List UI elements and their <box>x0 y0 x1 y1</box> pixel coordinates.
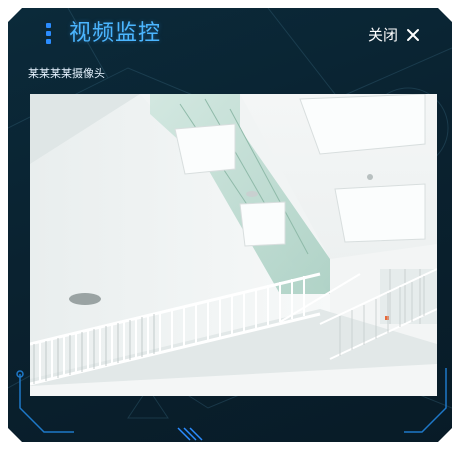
corner-decoration-bottom-right <box>404 368 452 442</box>
video-feed[interactable] <box>30 94 437 396</box>
corner-decoration-bottom-center <box>176 426 216 442</box>
corner-decoration-bottom-left <box>14 368 74 442</box>
vertical-dots-icon <box>46 23 51 45</box>
close-label: 关闭 <box>367 26 398 44</box>
video-frame <box>30 94 437 396</box>
close-icon <box>406 28 420 42</box>
close-button[interactable]: 关闭 <box>368 22 420 48</box>
dialog-header: 视频监控 关闭 <box>8 8 452 60</box>
camera-name: 某某某某摄像头 <box>28 67 105 80</box>
video-monitor-dialog: 视频监控 关闭 某某某某摄像头 <box>8 8 452 442</box>
dialog-title: 视频监控 <box>69 21 162 46</box>
